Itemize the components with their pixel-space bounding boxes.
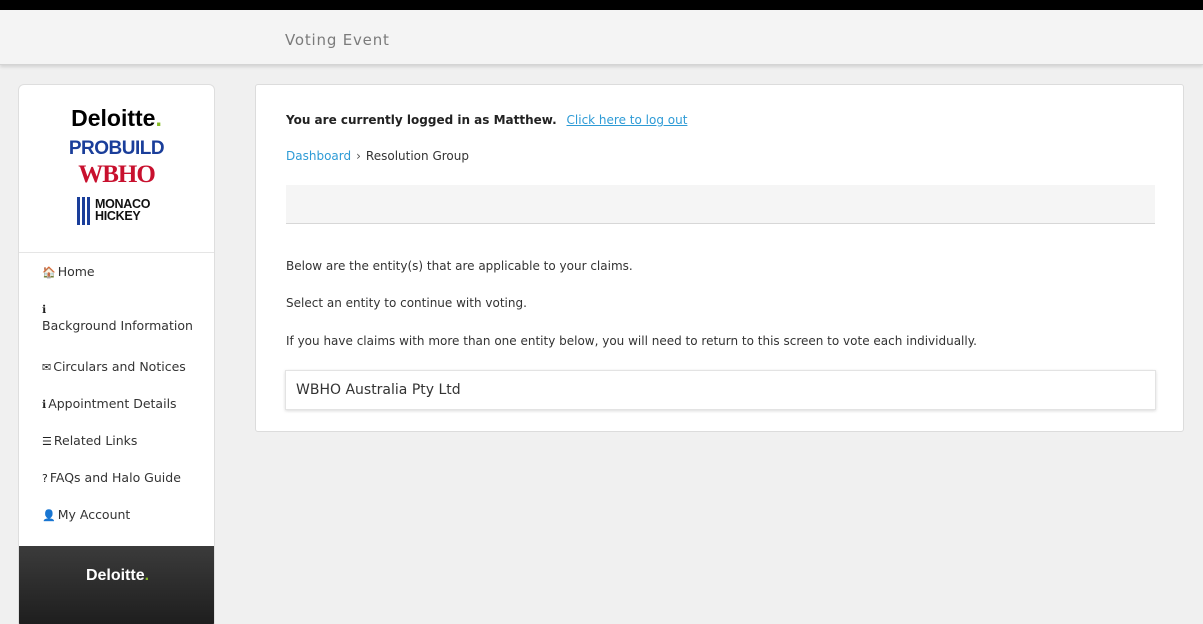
sidebar-item-circulars-and-notices[interactable]: ✉ Circulars and Notices bbox=[19, 348, 214, 385]
sidebar-nav: 🏠 Home ℹ Background Information ✉ Circulars… bbox=[19, 253, 214, 533]
deloitte-logo: Deloitte. bbox=[71, 105, 162, 131]
sidebar-item-home[interactable]: 🏠 Home bbox=[19, 253, 214, 290]
info-icon: ℹ bbox=[42, 303, 47, 316]
sponsor-logos: Deloitte. PROBUILD WBHO MONACO HICKEY bbox=[19, 85, 214, 253]
deloitte-footer-logo: Deloitte. bbox=[85, 567, 150, 584]
top-black-strip bbox=[0, 0, 1203, 10]
sidebar-item-related-links[interactable]: ☰ Related Links bbox=[19, 422, 214, 459]
info-line-select-entity: Select an entity to continue with voting… bbox=[286, 296, 527, 310]
sidebar-item-background-information[interactable]: ℹ Background Information bbox=[19, 290, 214, 348]
probuild-logo: PROBUILD bbox=[68, 138, 165, 159]
main-panel: You are currently logged in as Matthew. … bbox=[255, 84, 1184, 432]
user-icon: 👤 bbox=[42, 509, 56, 522]
logout-link[interactable]: Click here to log out bbox=[567, 113, 688, 127]
toolbar-area bbox=[286, 185, 1155, 224]
login-status: You are currently logged in as Matthew. … bbox=[286, 113, 687, 127]
question-icon: ? bbox=[42, 472, 48, 485]
sidebar-item-faqs-and-halo-guide[interactable]: ? FAQs and Halo Guide bbox=[19, 459, 214, 496]
entity-item[interactable]: WBHO Australia Pty Ltd bbox=[285, 370, 1156, 410]
sidebar-item-appointment-details[interactable]: ℹ Appointment Details bbox=[19, 385, 214, 422]
sidebar-item-my-account[interactable]: 👤 My Account bbox=[19, 496, 214, 533]
login-text: You are currently logged in as Matthew. bbox=[286, 113, 557, 127]
wbho-logo: WBHO bbox=[78, 161, 156, 188]
breadcrumb-current: Resolution Group bbox=[365, 149, 469, 163]
breadcrumb-separator: › bbox=[356, 149, 361, 163]
info-line-multiple-claims: If you have claims with more than one en… bbox=[286, 334, 977, 348]
breadcrumb-dashboard-link[interactable]: Dashboard bbox=[286, 149, 351, 163]
info-icon: ℹ bbox=[42, 398, 47, 411]
sidebar: Deloitte. PROBUILD WBHO MONACO HICKEY 🏠 Ho… bbox=[18, 84, 215, 624]
list-icon: ☰ bbox=[42, 435, 52, 448]
home-icon: 🏠 bbox=[42, 266, 56, 279]
page-title: Voting Event bbox=[285, 31, 390, 49]
monaco-hickey-logo: MONACO HICKEY bbox=[77, 195, 167, 231]
breadcrumb: Dashboard › Resolution Group bbox=[286, 149, 469, 163]
info-line-applicable: Below are the entity(s) that are applica… bbox=[286, 259, 633, 273]
envelope-icon: ✉ bbox=[42, 361, 52, 374]
sidebar-footer: Deloitte. bbox=[19, 546, 214, 624]
page-header: Voting Event bbox=[0, 10, 1203, 65]
